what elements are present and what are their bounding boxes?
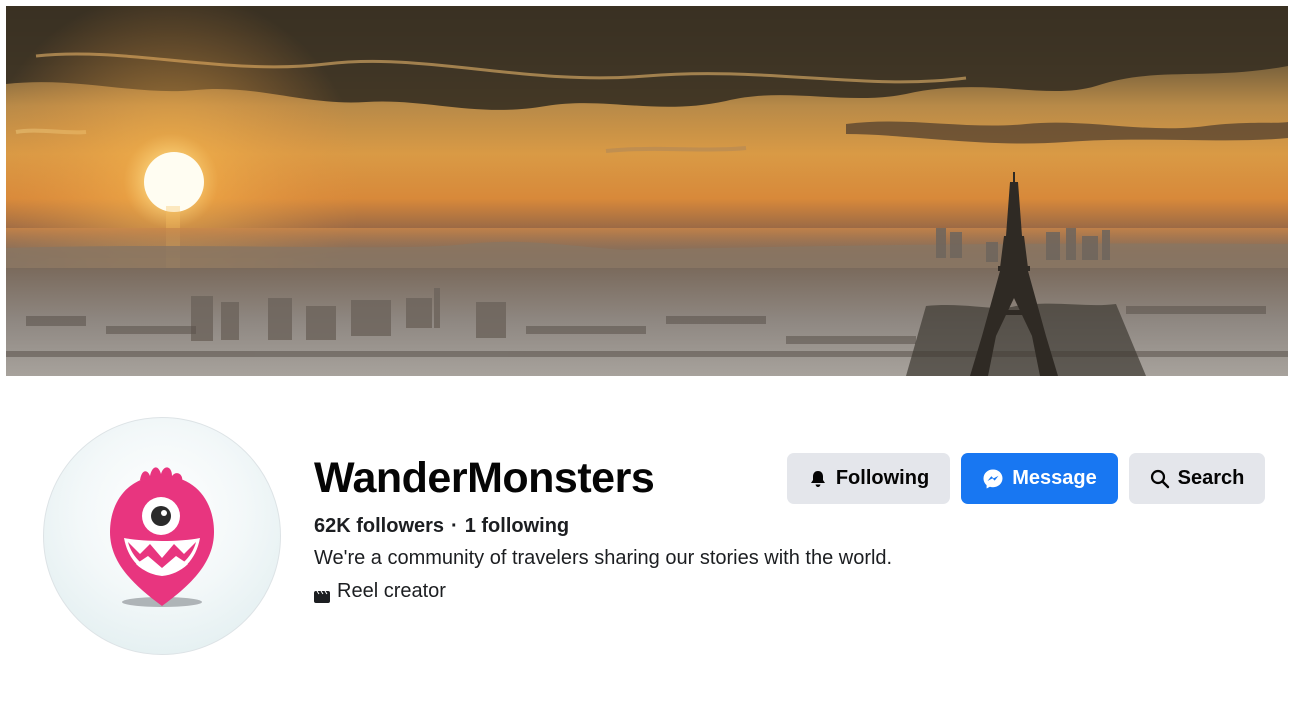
category-label: Reel creator xyxy=(337,580,446,602)
bell-icon xyxy=(808,469,828,489)
followers-count[interactable]: 62K followers xyxy=(314,515,444,537)
reel-icon xyxy=(314,584,330,603)
search-label: Search xyxy=(1177,467,1245,489)
profile-actions: Following Message Search xyxy=(787,453,1265,504)
messenger-icon xyxy=(982,468,1004,490)
following-button[interactable]: Following xyxy=(787,453,950,504)
cover-photo[interactable] xyxy=(6,6,1288,376)
cover-photo-image xyxy=(6,6,1288,376)
following-label: Following xyxy=(835,467,930,489)
search-icon xyxy=(1150,469,1170,489)
search-button[interactable]: Search xyxy=(1129,453,1265,504)
profile-category: Reel creator xyxy=(314,578,446,604)
following-count[interactable]: 1 following xyxy=(465,515,569,537)
message-label: Message xyxy=(1012,467,1097,489)
profile-page: WanderMonsters 62K followers · 1 following… xyxy=(0,0,1295,714)
pink-monster-map-pin-logo xyxy=(110,467,214,607)
profile-name: WanderMonsters xyxy=(314,454,655,502)
profile-stats: 62K followers · 1 following xyxy=(314,513,569,539)
message-button[interactable]: Message xyxy=(961,453,1118,504)
profile-avatar[interactable] xyxy=(43,417,281,655)
stats-separator: · xyxy=(451,515,458,537)
profile-bio: We're a community of travelers sharing o… xyxy=(314,547,893,569)
